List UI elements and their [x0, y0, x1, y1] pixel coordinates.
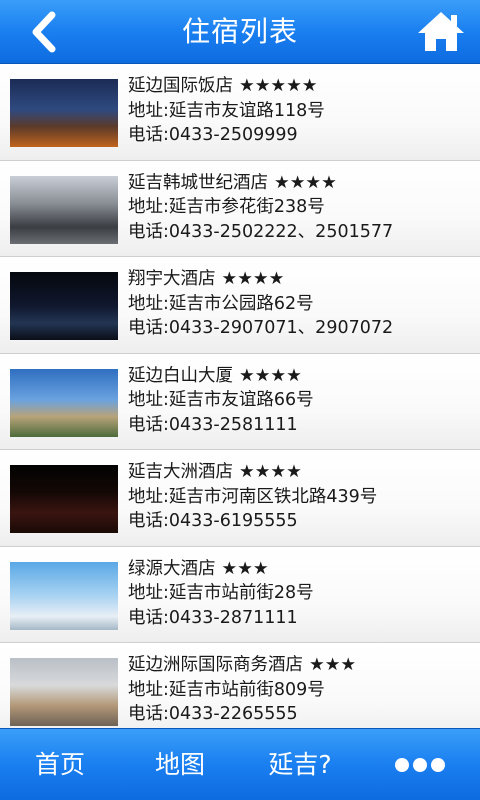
hotel-photo [10, 465, 118, 533]
hotel-address: 地址:延吉市站前街28号 [128, 583, 314, 603]
hotel-phone: 电话:0433-2581111 [128, 414, 298, 435]
hotel-phone: 电话:0433-2871111 [128, 607, 298, 628]
hotel-photo [10, 368, 118, 437]
more-dots-icon [395, 758, 445, 772]
star-rating: ★★★★★ [239, 76, 318, 96]
star-rating: ★★★★ [239, 462, 302, 482]
home-icon [418, 12, 464, 51]
back-button[interactable] [22, 10, 72, 54]
more-button[interactable] [390, 753, 450, 777]
star-rating: ★★★ [309, 655, 357, 675]
star-rating: ★★★★ [274, 172, 337, 193]
hotel-name: 延边国际饭店 [128, 76, 233, 96]
hotel-name: 延边洲际国际商务酒店 [128, 655, 303, 675]
bottom-tab-bar: 首页 地图 延吉? [0, 728, 480, 800]
hotel-address: 地址:延吉市站前街809号 [128, 679, 325, 700]
star-rating: ★★★ [221, 558, 269, 579]
hotel-name: 翔宇大酒店 [128, 269, 216, 289]
hotel-item[interactable]: 延吉韩城世纪酒店 ★★★★ 地址:延吉市参花街238号 电话:0433-25022… [0, 160, 480, 257]
hotel-name: 延吉韩城世纪酒店 [128, 172, 268, 193]
tab-map[interactable]: 地图 [138, 729, 222, 800]
hotel-item[interactable]: 延吉大洲酒店 ★★★★ 地址:延吉市河南区铁北路439号 电话:0433-6195… [0, 450, 480, 547]
hotel-photo [10, 272, 118, 340]
hotel-list[interactable]: 延边国际饭店 ★★★★★ 地址:延吉市友谊路118号 电话:0433-250999… [0, 64, 480, 728]
tab-yanji[interactable]: 延吉? [252, 729, 348, 800]
hotel-phone: 电话:0433-6195555 [128, 511, 298, 531]
hotel-phone: 电话:0433-2502222、2501577 [128, 221, 394, 242]
hotel-phone: 电话:0433-2265555 [128, 704, 298, 724]
chevron-left-icon [32, 11, 56, 53]
hotel-item[interactable]: 延边洲际国际商务酒店 ★★★ 地址:延吉市站前街809号 电话:0433-2265… [0, 643, 480, 728]
hotel-address: 地址:延吉市参花街238号 [128, 197, 325, 217]
hotel-address: 地址:延吉市公园路62号 [128, 293, 314, 314]
hotel-item[interactable]: 翔宇大酒店 ★★★★ 地址:延吉市公园路62号 电话:0433-2907071、2… [0, 257, 480, 354]
hotel-photo [10, 658, 118, 726]
page-title: 住宿列表 [181, 15, 298, 48]
hotel-item[interactable]: 绿源大酒店 ★★★ 地址:延吉市站前街28号 电话:0433-2871111 [0, 546, 480, 643]
hotel-photo [10, 79, 118, 147]
hotel-photo [10, 175, 118, 244]
star-rating: ★★★★ [221, 269, 285, 289]
hotel-name: 绿源大酒店 [128, 558, 216, 579]
star-rating: ★★★★ [239, 365, 302, 386]
hotel-phone: 电话:0433-2509999 [128, 125, 298, 145]
hotel-item[interactable]: 延边国际饭店 ★★★★★ 地址:延吉市友谊路118号 电话:0433-250999… [0, 64, 480, 161]
hotel-address: 地址:延吉市河南区铁北路439号 [128, 486, 378, 507]
home-button[interactable] [416, 8, 466, 54]
hotel-address: 地址:延吉市友谊路66号 [128, 390, 314, 410]
hotel-name: 延吉大洲酒店 [128, 462, 233, 482]
hotel-phone: 电话:0433-2907071、2907072 [128, 318, 394, 338]
hotel-name: 延边白山大厦 [128, 365, 233, 386]
hotel-photo [10, 561, 118, 630]
tab-home[interactable]: 首页 [18, 729, 102, 800]
hotel-address: 地址:延吉市友谊路118号 [128, 100, 325, 121]
header-bar: 住宿列表 [0, 0, 480, 64]
hotel-item[interactable]: 延边白山大厦 ★★★★ 地址:延吉市友谊路66号 电话:0433-2581111 [0, 353, 480, 450]
